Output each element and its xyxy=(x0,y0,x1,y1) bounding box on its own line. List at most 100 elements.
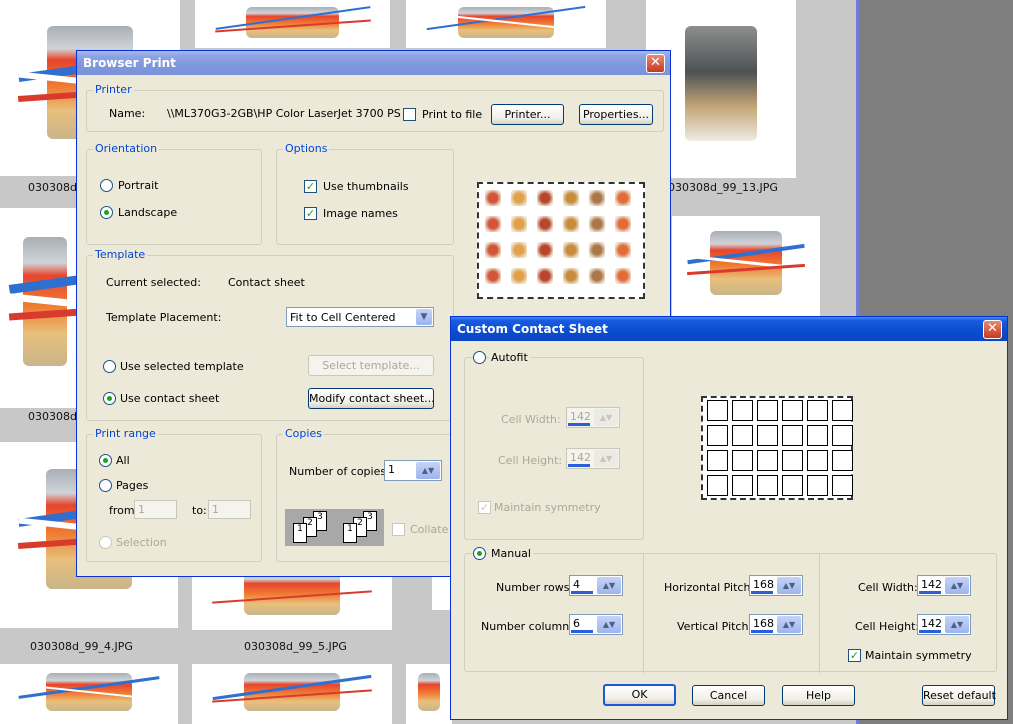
spinner-arrows-icon[interactable]: ▲▼ xyxy=(777,616,801,633)
contact-sheet-cell xyxy=(732,400,753,421)
print-range-group: Print range All Pages from: 1 to: 1 Sele… xyxy=(86,427,262,562)
contact-sheet-cell xyxy=(807,450,828,471)
print-to-file-checkbox[interactable] xyxy=(403,108,416,121)
orientation-legend: Orientation xyxy=(93,142,160,155)
contact-sheet-cell xyxy=(807,475,828,496)
collate-checkbox[interactable] xyxy=(392,523,405,536)
number-columns-label: Number columns: xyxy=(481,620,579,633)
thumbnail-label: 030308d xyxy=(28,181,77,194)
use-selected-template-radio[interactable] xyxy=(103,360,116,373)
autofit-cell-height-spinner[interactable]: 142 ▲▼ xyxy=(566,448,620,469)
spinner-arrows-icon[interactable]: ▲▼ xyxy=(597,616,621,633)
contact-sheet-cell xyxy=(782,450,803,471)
manual-cell-width-label: Cell Width: xyxy=(858,581,918,594)
ok-button[interactable]: OK xyxy=(603,684,676,706)
use-contact-sheet-radio[interactable] xyxy=(103,392,116,405)
thumbnail[interactable] xyxy=(0,664,178,724)
preview-thumbnail xyxy=(537,268,553,284)
horizontal-pitch-spinner[interactable]: 168 ▲▼ xyxy=(749,575,803,596)
pages-label: Pages xyxy=(116,479,149,492)
use-selected-template-label: Use selected template xyxy=(120,360,244,373)
preview-thumbnail xyxy=(485,216,501,232)
spinner-arrows-icon[interactable]: ▲▼ xyxy=(777,577,801,594)
template-placement-value: Fit to Cell Centered xyxy=(290,311,396,324)
autofit-maintain-symmetry-checkbox[interactable]: ✓ xyxy=(478,501,491,514)
landscape-radio[interactable] xyxy=(100,206,113,219)
contact-sheet-cell xyxy=(732,450,753,471)
from-input[interactable]: 1 xyxy=(134,500,177,519)
selection-label: Selection xyxy=(116,536,167,549)
number-rows-spinner[interactable]: 4 ▲▼ xyxy=(569,575,623,596)
contact-sheet-cell xyxy=(757,425,778,446)
all-radio[interactable] xyxy=(99,454,112,467)
reset-default-button[interactable]: Reset default xyxy=(922,685,996,706)
properties-button[interactable]: Properties... xyxy=(579,104,653,125)
vertical-pitch-label: Vertical Pitch: xyxy=(677,620,753,633)
contact-sheet-cell xyxy=(832,425,853,446)
spinner-arrows-icon[interactable]: ▲▼ xyxy=(594,409,618,426)
thumbnail[interactable] xyxy=(406,0,606,48)
contact-sheet-cell xyxy=(832,450,853,471)
thumbnail-label: 030308d_99_13.JPG xyxy=(668,181,778,194)
thumbnail[interactable] xyxy=(195,0,390,48)
portrait-label: Portrait xyxy=(118,179,159,192)
preview-thumbnail xyxy=(537,242,553,258)
chevron-down-icon[interactable]: ▼ xyxy=(416,309,432,325)
spinner-arrows-icon[interactable]: ▲▼ xyxy=(597,577,621,594)
select-template-button[interactable]: Select template... xyxy=(308,355,434,376)
portrait-radio[interactable] xyxy=(100,179,113,192)
autofit-cell-width-label: Cell Width: xyxy=(501,413,561,426)
spinner-arrows-icon[interactable]: ▲▼ xyxy=(945,616,969,633)
preview-thumbnail xyxy=(589,268,605,284)
preview-thumbnail xyxy=(537,190,553,206)
selection-radio[interactable] xyxy=(99,536,112,549)
contact-sheet-cell xyxy=(832,475,853,496)
manual-cell-height-spinner[interactable]: 142 ▲▼ xyxy=(917,614,971,635)
modify-contact-sheet-button[interactable]: Modify contact sheet... xyxy=(308,388,435,409)
contact-sheet-cell xyxy=(807,400,828,421)
preview-thumbnail xyxy=(589,190,605,206)
thumbnail-label: 030308d_99_5.JPG xyxy=(244,640,347,653)
to-input[interactable]: 1 xyxy=(208,500,251,519)
preview-thumbnail xyxy=(485,242,501,258)
thumbnail[interactable] xyxy=(406,664,452,724)
printer-group: Printer Name: \\ML370G3-2GB\HP Color Las… xyxy=(86,83,664,132)
spinner-arrows-icon[interactable]: ▲▼ xyxy=(945,577,969,594)
options-legend: Options xyxy=(283,142,330,155)
number-of-copies-spinner[interactable]: 1 ▲▼ xyxy=(384,460,442,481)
preview-thumbnail xyxy=(485,268,501,284)
contact-sheet-cell xyxy=(732,425,753,446)
contact-sheet-cell xyxy=(782,475,803,496)
vertical-pitch-spinner[interactable]: 168 ▲▼ xyxy=(749,614,803,635)
manual-maintain-symmetry-checkbox[interactable]: ✓ xyxy=(848,649,861,662)
autofit-cell-width-spinner[interactable]: 142 ▲▼ xyxy=(566,407,620,428)
printer-button[interactable]: Printer... xyxy=(491,104,564,125)
thumbnail-label: 030308d xyxy=(28,410,77,423)
close-icon[interactable]: ✕ xyxy=(646,54,665,73)
pages-radio[interactable] xyxy=(99,479,112,492)
manual-cell-width-spinner[interactable]: 142 ▲▼ xyxy=(917,575,971,596)
manual-radio[interactable] xyxy=(473,547,486,560)
help-button[interactable]: Help xyxy=(782,685,855,706)
autofit-radio[interactable] xyxy=(473,351,486,364)
image-names-label: Image names xyxy=(323,207,398,220)
use-contact-sheet-label: Use contact sheet xyxy=(120,392,220,405)
image-names-checkbox[interactable]: ✓ xyxy=(304,207,317,220)
thumbnail[interactable] xyxy=(192,664,392,724)
autofit-label: Autofit xyxy=(489,351,530,364)
contact-sheet-cell xyxy=(707,450,728,471)
close-icon[interactable]: ✕ xyxy=(983,320,1002,339)
cancel-button[interactable]: Cancel xyxy=(692,685,765,706)
spinner-arrows-icon[interactable]: ▲▼ xyxy=(594,450,618,467)
landscape-label: Landscape xyxy=(118,206,178,219)
use-thumbnails-checkbox[interactable]: ✓ xyxy=(304,180,317,193)
browser-print-titlebar[interactable]: Browser Print ✕ xyxy=(77,51,670,75)
contact-sheet-cell xyxy=(782,400,803,421)
contact-sheet-titlebar[interactable]: Custom Contact Sheet ✕ xyxy=(451,317,1007,341)
spinner-arrows-icon[interactable]: ▲▼ xyxy=(416,462,440,479)
manual-maintain-symmetry-label: Maintain symmetry xyxy=(865,649,972,662)
number-columns-spinner[interactable]: 6 ▲▼ xyxy=(569,614,623,635)
thumbnail[interactable] xyxy=(672,216,820,316)
print-range-legend: Print range xyxy=(93,427,158,440)
template-placement-select[interactable]: Fit to Cell Centered ▼ xyxy=(286,307,434,327)
